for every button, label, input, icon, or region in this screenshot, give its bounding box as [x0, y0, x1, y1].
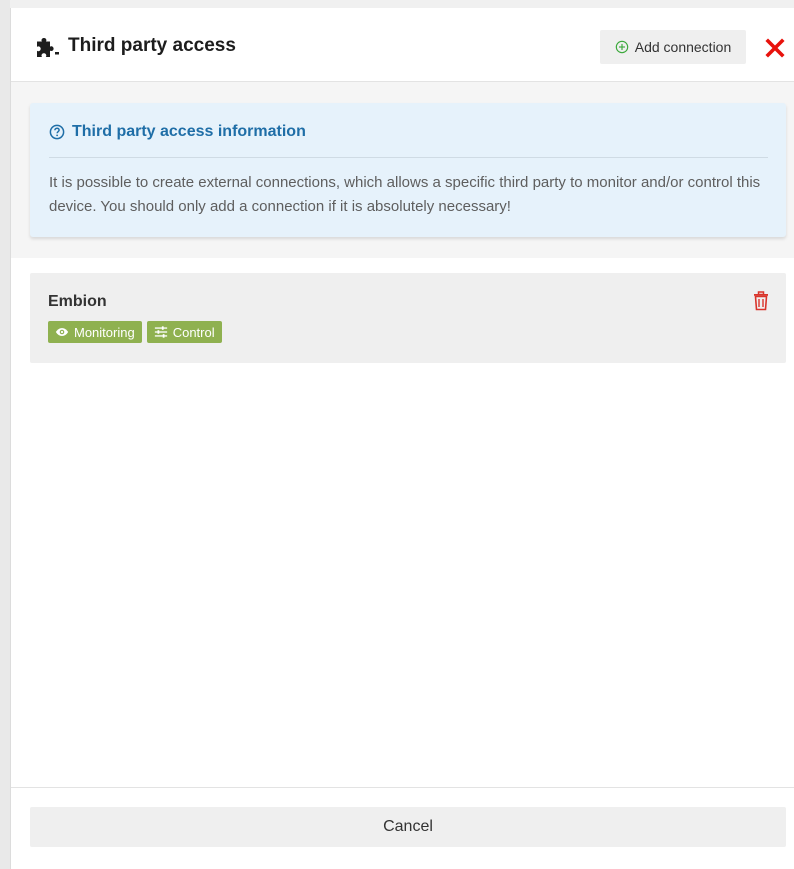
add-connection-label: Add connection — [634, 39, 732, 55]
add-circle-icon — [615, 40, 628, 54]
footer-divider — [11, 787, 794, 788]
sliders-icon — [154, 326, 167, 338]
monitoring-label: Monitoring — [74, 324, 135, 340]
dialog-title: Third party access — [68, 35, 236, 56]
add-connection-button[interactable]: Add connection — [600, 30, 746, 64]
dialog-header: Third party access Add connection — [11, 8, 794, 82]
close-icon[interactable] — [765, 38, 785, 58]
puzzle-icon — [37, 38, 59, 57]
monitoring-badge: Monitoring — [48, 321, 142, 343]
info-title-text: Third party access information — [72, 123, 306, 140]
help-circle-icon — [49, 124, 65, 140]
connection-name: Embion — [48, 293, 107, 310]
trash-icon[interactable] — [752, 291, 770, 311]
info-text: It is possible to create external connec… — [49, 174, 761, 215]
control-label: Control — [172, 324, 215, 340]
info-title: Third party access information — [49, 123, 306, 141]
eye-icon — [55, 328, 69, 336]
cancel-button[interactable]: Cancel — [30, 807, 786, 847]
info-divider — [49, 157, 768, 158]
connection-card: Embion Monitoring Control — [30, 273, 786, 363]
third-party-access-dialog: Third party access Add connection Third — [10, 8, 794, 869]
background-strip — [0, 0, 10, 869]
info-section: Third party access information It is pos… — [11, 82, 794, 258]
info-panel: Third party access information It is pos… — [30, 103, 786, 237]
connection-badges: Monitoring Control — [48, 321, 222, 343]
control-badge: Control — [146, 321, 222, 343]
